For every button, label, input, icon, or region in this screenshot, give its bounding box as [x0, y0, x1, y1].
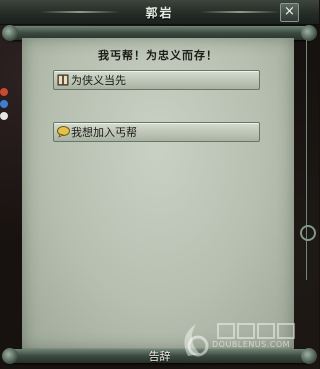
chat-bubble-icon — [56, 125, 70, 139]
npc-greeting-text: 我丐帮！为忠义而存！ — [98, 49, 218, 62]
rod-cap-right — [301, 25, 317, 41]
book-icon — [56, 73, 70, 87]
npc-dialog-window: 郭岩 × 我丐帮！为忠义而存！ 为侠义当先 我想加入丐帮 告辞 DOUBLENU… — [0, 0, 319, 369]
dialog-option-chivalry[interactable]: 为侠义当先 — [53, 70, 260, 90]
scroll-paper: 我丐帮！为忠义而存！ 为侠义当先 我想加入丐帮 — [22, 38, 294, 350]
left-edge-gem-icon — [0, 88, 8, 96]
left-edge-gem-icon — [0, 100, 8, 108]
tassel-knot-icon — [296, 221, 319, 245]
option-label: 为侠义当先 — [71, 74, 126, 87]
rod-cap-left — [2, 348, 18, 364]
option-label: 我想加入丐帮 — [71, 126, 137, 139]
left-edge-gem-icon — [0, 112, 8, 120]
title-bar[interactable]: 郭岩 × — [0, 0, 319, 25]
leave-button[interactable]: 告辞 — [120, 349, 199, 365]
rod-cap-right — [301, 348, 317, 364]
dialog-option-join-beggar-sect[interactable]: 我想加入丐帮 — [53, 122, 260, 142]
tassel-cord — [306, 40, 307, 280]
npc-name-title: 郭岩 — [145, 6, 174, 20]
rod-cap-left — [2, 25, 18, 41]
close-button[interactable]: × — [280, 3, 299, 22]
